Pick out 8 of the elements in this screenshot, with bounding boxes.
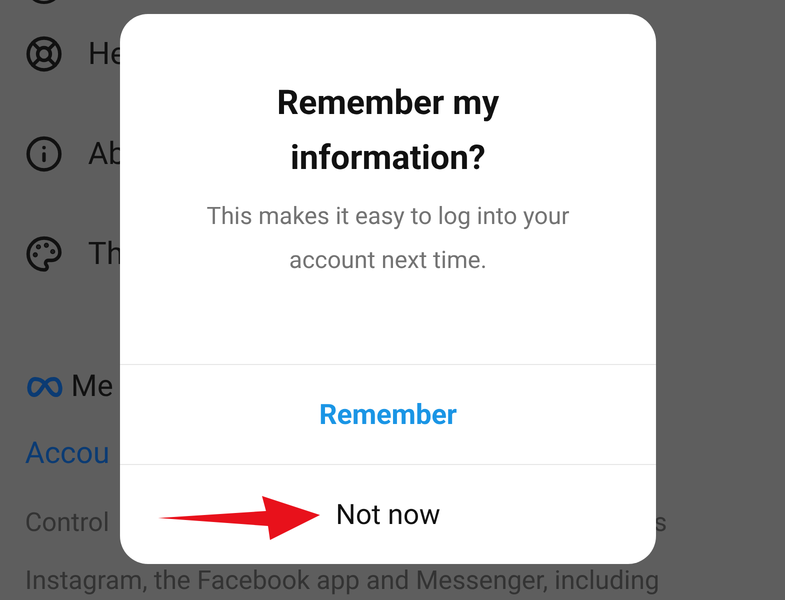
lifebuoy-icon	[25, 35, 63, 73]
dialog-title: Remember my information?	[276, 82, 500, 180]
dialog-message: This makes it easy to log into your account next time.	[206, 201, 570, 276]
remember-button[interactable]: Remember	[120, 364, 656, 464]
meta-logo-icon	[25, 376, 65, 398]
palette-icon	[25, 235, 63, 273]
info-icon	[25, 135, 63, 173]
meta-label: Me	[71, 368, 114, 406]
